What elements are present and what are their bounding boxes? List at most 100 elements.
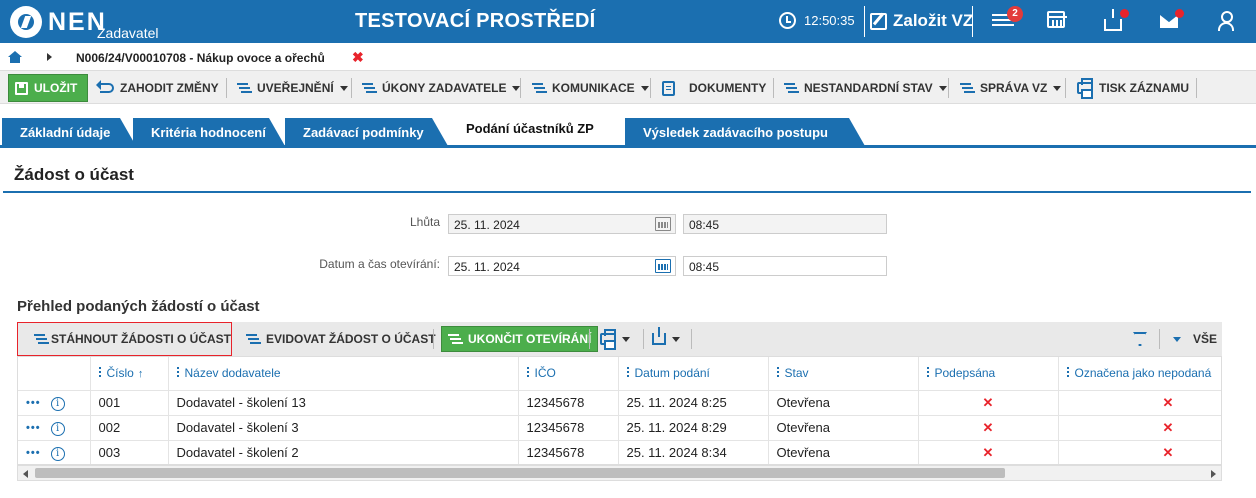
calendar-icon[interactable] bbox=[655, 259, 671, 273]
finish-label: UKONČIT OTEVÍRÁNÍ bbox=[468, 332, 592, 346]
publish-menu[interactable]: UVEŘEJNĚNÍ bbox=[237, 74, 348, 102]
logo[interactable]: NEN bbox=[10, 5, 107, 39]
calendar-icon[interactable] bbox=[1047, 11, 1067, 28]
grid-toolbar: STÁHNOUT ŽÁDOSTI O ÚČAST EVIDOVAT ŽÁDOST… bbox=[17, 322, 1222, 356]
cell-number: 002 bbox=[90, 415, 169, 441]
toolbar-divider bbox=[1196, 78, 1197, 98]
list-icon bbox=[448, 332, 462, 346]
cell-signed-no: ✕ bbox=[918, 390, 1059, 416]
table-row[interactable]: ••• i 001 Dodavatel - školení 13 12345678… bbox=[18, 390, 1221, 416]
finish-opening-button[interactable]: UKONČIT OTEVÍRÁNÍ bbox=[441, 326, 599, 352]
toolbar-divider bbox=[773, 78, 774, 98]
cell-supplier: Dodavatel - školení 13 bbox=[168, 390, 519, 416]
inbox-icon[interactable] bbox=[1104, 9, 1122, 31]
print-record-button[interactable]: TISK ZÁZNAMU bbox=[1077, 74, 1189, 102]
column-header-supplier[interactable]: Název dodavatele bbox=[168, 357, 519, 391]
opening-label: Datum a čas otevírání: bbox=[319, 257, 440, 271]
toolbar-divider bbox=[1065, 78, 1066, 98]
environment-title: TESTOVACÍ PROSTŘEDÍ bbox=[355, 10, 596, 32]
header-divider bbox=[864, 6, 865, 37]
column-header-number[interactable]: Číslo ↑ bbox=[90, 357, 169, 391]
column-drag-handle[interactable] bbox=[526, 367, 529, 380]
tab-tender-conditions[interactable]: Zadávací podmínky bbox=[285, 118, 448, 146]
toolbar-divider bbox=[650, 78, 651, 98]
filter-preset-select[interactable]: VŠE bbox=[1173, 326, 1217, 352]
column-drag-handle[interactable] bbox=[776, 367, 779, 380]
more-icon[interactable]: ••• bbox=[26, 397, 41, 409]
cell-submission-date: 25. 11. 2024 8:34 bbox=[618, 440, 769, 464]
table-row[interactable]: ••• i 003 Dodavatel - školení 2 12345678 … bbox=[18, 440, 1221, 464]
export-menu[interactable] bbox=[652, 326, 680, 352]
column-header-signed[interactable]: Podepsána bbox=[918, 357, 1059, 391]
mail-alert-dot bbox=[1175, 9, 1184, 18]
column-label: Název dodavatele bbox=[184, 366, 281, 381]
opening-date-field[interactable]: 25. 11. 2024 bbox=[448, 256, 676, 276]
cell-ico: 12345678 bbox=[518, 415, 619, 441]
logo-subtitle: Zadavatel bbox=[97, 25, 159, 41]
cell-state: Otevřena bbox=[768, 440, 919, 464]
column-header-marked-unsubmitted[interactable]: Označena jako nepodaná bbox=[1058, 357, 1221, 391]
cell-ico: 12345678 bbox=[518, 390, 619, 416]
print-icon bbox=[600, 329, 616, 350]
scroll-right-icon[interactable] bbox=[1211, 470, 1216, 478]
print-menu[interactable] bbox=[600, 326, 630, 352]
home-icon[interactable] bbox=[8, 51, 22, 63]
cell-state: Otevřena bbox=[768, 415, 919, 441]
scroll-thumb[interactable] bbox=[35, 468, 1005, 478]
discard-label: ZAHODIT ZMĚNY bbox=[120, 81, 219, 95]
table-row[interactable]: ••• i 002 Dodavatel - školení 3 12345678 … bbox=[18, 415, 1221, 441]
breadcrumb: N006/24/V00010708 - Nákup ovoce a ořechů… bbox=[0, 43, 1256, 70]
chevron-down-icon bbox=[672, 336, 680, 342]
nonstandard-state-menu[interactable]: NESTANDARDNÍ STAV bbox=[784, 74, 947, 102]
top-bar: NEN Zadavatel TESTOVACÍ PROSTŘEDÍ 12:50:… bbox=[0, 0, 1256, 43]
info-icon[interactable]: i bbox=[50, 447, 65, 461]
tab-basic-info[interactable]: Základní údaje bbox=[2, 118, 136, 146]
create-vz-button[interactable]: Založit VZ bbox=[870, 11, 973, 31]
download-requests-button[interactable]: STÁHNOUT ŽÁDOSTI O ÚČAST bbox=[17, 322, 232, 356]
document-icon bbox=[662, 80, 675, 96]
column-drag-handle[interactable] bbox=[926, 367, 929, 380]
contracting-actions-menu[interactable]: ÚKONY ZADAVATELE bbox=[362, 74, 521, 102]
submissions-table: Číslo ↑ Název dodavatele IČO Datum podání… bbox=[18, 357, 1221, 464]
column-drag-handle[interactable] bbox=[1066, 367, 1069, 380]
close-icon[interactable]: ✖ bbox=[352, 49, 364, 66]
save-button[interactable]: ULOŽIT bbox=[8, 74, 88, 102]
column-drag-handle[interactable] bbox=[176, 367, 179, 380]
more-icon[interactable]: ••• bbox=[26, 422, 41, 434]
user-icon[interactable] bbox=[1218, 11, 1234, 31]
download-label: STÁHNOUT ŽÁDOSTI O ÚČAST bbox=[51, 332, 231, 346]
info-icon[interactable]: i bbox=[50, 397, 65, 411]
mail-icon[interactable] bbox=[1160, 15, 1178, 28]
column-drag-handle[interactable] bbox=[98, 367, 101, 380]
inbox-alert-dot bbox=[1120, 9, 1129, 18]
cell-ico: 12345678 bbox=[518, 440, 619, 464]
tab-procedure-result[interactable]: Výsledek zadávacího postupu bbox=[625, 118, 865, 146]
opening-time-field[interactable]: 08:45 bbox=[683, 256, 887, 276]
cell-number: 001 bbox=[90, 390, 169, 416]
cell-state: Otevřena bbox=[768, 390, 919, 416]
column-header-state[interactable]: Stav bbox=[768, 357, 919, 391]
horizontal-scrollbar[interactable] bbox=[17, 465, 1222, 481]
print-label: TISK ZÁZNAMU bbox=[1099, 81, 1189, 95]
tab-participant-submissions[interactable]: Podání účastníků ZP bbox=[448, 116, 628, 146]
breadcrumb-item[interactable]: N006/24/V00010708 - Nákup ovoce a ořechů bbox=[76, 51, 325, 65]
list-icon bbox=[34, 332, 45, 346]
discard-changes-button[interactable]: ZAHODIT ZMĚNY bbox=[96, 74, 219, 102]
column-header-ico[interactable]: IČO bbox=[518, 357, 619, 391]
filter-button[interactable] bbox=[1133, 326, 1147, 352]
register-request-button[interactable]: EVIDOVAT ŽÁDOST O ÚČAST bbox=[246, 326, 436, 352]
vz-management-menu[interactable]: SPRÁVA VZ bbox=[960, 74, 1062, 102]
more-icon[interactable]: ••• bbox=[26, 447, 41, 459]
toolbar-divider bbox=[589, 329, 590, 349]
communication-menu[interactable]: KOMUNIKACE bbox=[532, 74, 649, 102]
column-drag-handle[interactable] bbox=[626, 367, 629, 380]
scroll-left-icon[interactable] bbox=[23, 470, 28, 478]
chevron-down-icon bbox=[1053, 85, 1062, 91]
info-icon[interactable]: i bbox=[50, 422, 65, 436]
column-header-submission-date[interactable]: Datum podání bbox=[618, 357, 769, 391]
deadline-time-field: 08:45 bbox=[683, 214, 887, 234]
column-label: Číslo bbox=[106, 366, 134, 381]
tab-evaluation-criteria[interactable]: Kritéria hodnocení bbox=[133, 118, 285, 146]
toolbar-divider bbox=[520, 78, 521, 98]
documents-button[interactable]: DOKUMENTY bbox=[662, 74, 766, 102]
